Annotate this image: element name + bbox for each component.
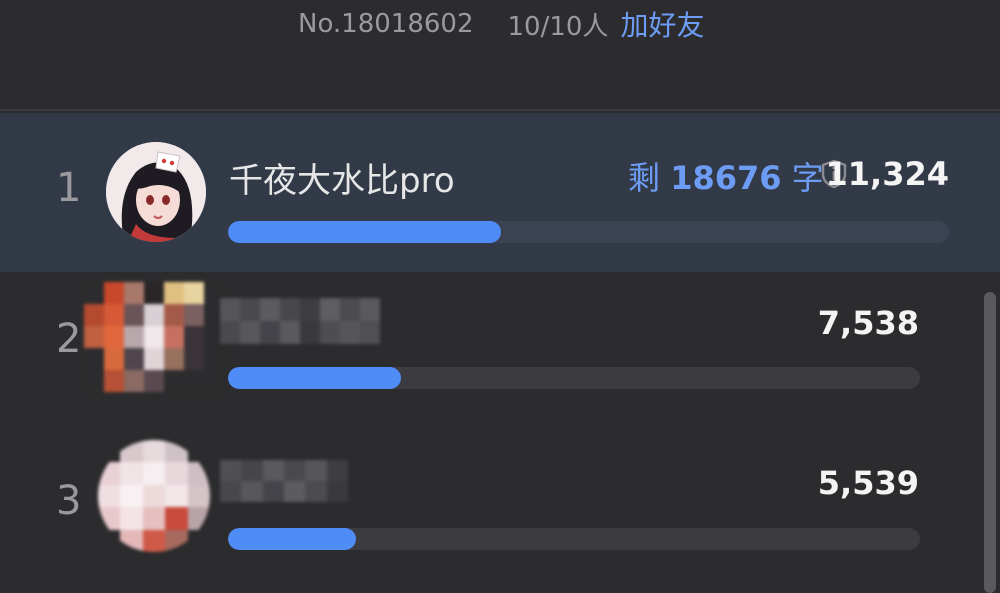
leaderboard-row-3[interactable]: 3 5,539 [0,432,1000,593]
rank-number: 3 [56,478,82,524]
progress-bar [228,367,920,389]
leaderboard-page: No.18018602 10/10人 加好友 1 千夜大水比pro 剩 1867… [0,0,1000,593]
remaining-value: 18676 [670,159,782,197]
score: 7,538 [817,304,919,342]
remaining-suffix: 字 [791,159,824,197]
member-count: 10/10人 [507,11,609,42]
progress-bar [228,528,920,550]
room-number: No.18018602 [298,9,474,39]
blurred-player-name [220,298,380,344]
leaderboard-row-1[interactable]: 1 千夜大水比pro 剩 18676 字 11,324 [0,113,1000,272]
rank-number: 1 [56,165,82,211]
player-name: 千夜大水比pro [229,161,455,201]
remaining-words: 剩 18676 字 [628,153,824,199]
anime-girl-avatar-icon [106,142,206,242]
progress-fill [228,367,401,389]
room-header: No.18018602 10/10人 加好友 [0,0,1000,110]
progress-fill [228,528,357,550]
blurred-player-name [220,460,348,502]
progress-bar [228,221,949,243]
scrollbar[interactable] [984,292,996,593]
progress-fill [228,221,501,243]
remaining-prefix: 剩 [628,159,661,197]
score: 11,324 [825,155,949,193]
room-info: No.18018602 10/10人 加好友 [298,4,704,44]
rank-number: 2 [56,316,82,362]
leaderboard-row-2[interactable]: 2 7,538 [0,272,1000,432]
add-friend-button[interactable]: 加好友 [620,4,704,44]
avatar[interactable] [106,142,206,242]
blurred-avatar[interactable] [98,440,210,552]
header-divider [0,109,1000,111]
score: 5,539 [817,464,919,502]
blurred-avatar[interactable] [84,282,224,392]
